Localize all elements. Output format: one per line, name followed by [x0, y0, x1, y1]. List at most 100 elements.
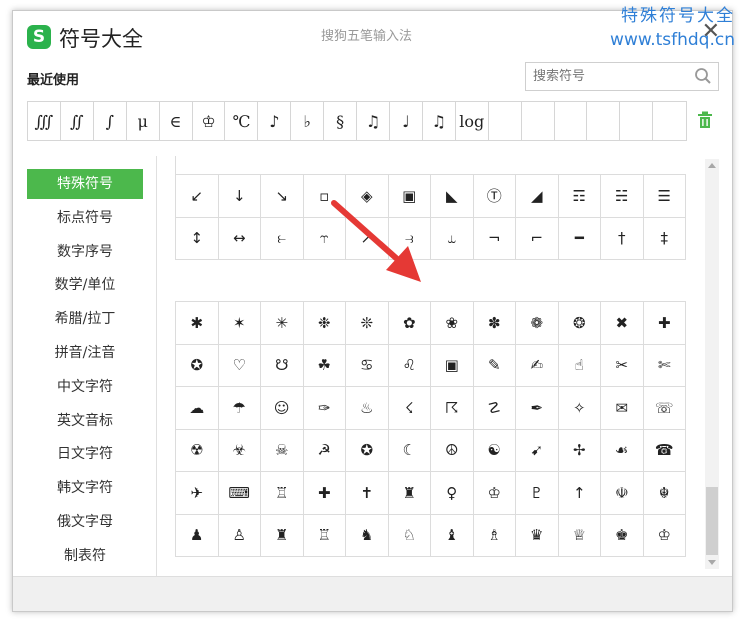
sidebar-category-item[interactable]: 拼音/注音: [27, 338, 143, 368]
symbol-cell[interactable]: ☁: [176, 387, 219, 430]
symbol-cell[interactable]: ✂: [601, 344, 644, 387]
scroll-down-icon[interactable]: [705, 555, 719, 569]
symbol-cell[interactable]: ☢: [176, 429, 219, 472]
symbol-cell[interactable]: ✪: [176, 344, 219, 387]
recent-symbol-cell[interactable]: ∈: [160, 102, 193, 140]
symbol-cell[interactable]: ✍: [516, 344, 559, 387]
recent-symbol-cell[interactable]: [587, 102, 621, 140]
symbol-cell[interactable]: ✧: [558, 387, 601, 430]
symbol-cell[interactable]: ☫: [601, 472, 644, 515]
sidebar-category-item[interactable]: 中文字符: [27, 372, 143, 402]
symbol-cell[interactable]: ↑: [558, 472, 601, 515]
symbol-cell[interactable]: ☇: [388, 387, 431, 430]
symbol-cell[interactable]: ♖: [303, 514, 346, 557]
sidebar-category-item[interactable]: 数学/单位: [27, 270, 143, 300]
symbol-cell[interactable]: ♞: [346, 514, 389, 557]
recent-symbol-cell[interactable]: ∬: [61, 102, 94, 140]
symbol-cell[interactable]: ♇: [516, 472, 559, 515]
symbol-cell[interactable]: ☯: [473, 429, 516, 472]
symbol-cell[interactable]: ✒: [516, 387, 559, 430]
recent-symbol-cell[interactable]: ♪: [258, 102, 292, 140]
symbol-cell[interactable]: ▫: [303, 175, 346, 218]
symbol-cell[interactable]: ⥾: [303, 217, 346, 260]
recent-symbol-cell[interactable]: [522, 102, 555, 140]
symbol-cell[interactable]: †: [601, 217, 644, 260]
symbol-cell[interactable]: ¬: [473, 217, 516, 260]
symbol-cell[interactable]: ☭: [303, 429, 346, 472]
symbol-cell[interactable]: ━: [558, 217, 601, 260]
symbol-cell[interactable]: ❉: [303, 302, 346, 345]
symbol-cell[interactable]: ↕: [176, 217, 219, 260]
symbol-cell[interactable]: ♡: [218, 344, 261, 387]
symbol-cell[interactable]: ◢: [516, 175, 559, 218]
symbol-cell[interactable]: ♜: [388, 472, 431, 515]
recent-symbol-cell[interactable]: ℃: [225, 102, 259, 140]
symbol-cell[interactable]: ◣: [431, 175, 474, 218]
symbol-cell[interactable]: ☋: [261, 344, 304, 387]
symbol-cell[interactable]: ✚: [643, 302, 686, 345]
symbol-cell[interactable]: ✎: [473, 344, 516, 387]
symbol-cell[interactable]: ☮: [431, 429, 474, 472]
symbol-cell[interactable]: ✪: [346, 429, 389, 472]
symbol-cell[interactable]: ☙: [601, 429, 644, 472]
symbol-cell[interactable]: ♔: [473, 472, 516, 515]
symbol-cell[interactable]: ⥼: [261, 217, 304, 260]
symbol-cell[interactable]: ♗: [473, 514, 516, 557]
symbol-cell[interactable]: ♨: [346, 387, 389, 430]
symbol-cell[interactable]: ♘: [388, 514, 431, 557]
symbol-cell[interactable]: ⌐: [516, 217, 559, 260]
symbol-cell[interactable]: ⥽: [388, 217, 431, 260]
symbol-cell[interactable]: ✶: [218, 302, 261, 345]
symbol-cell[interactable]: ❀: [431, 302, 474, 345]
symbol-cell[interactable]: ✝: [346, 472, 389, 515]
search-icon[interactable]: [694, 67, 712, 85]
recent-symbol-cell[interactable]: ♫: [357, 102, 390, 140]
scroll-thumb[interactable]: [706, 487, 718, 555]
recent-symbol-cell[interactable]: ♔: [193, 102, 226, 140]
symbol-cell[interactable]: ☺: [261, 387, 304, 430]
symbol-cell[interactable]: ✈: [176, 472, 219, 515]
recent-symbol-cell[interactable]: log: [456, 102, 489, 140]
symbol-cell[interactable]: ☵: [601, 175, 644, 218]
symbol-cell[interactable]: ◈: [346, 175, 389, 218]
symbol-cell[interactable]: ⥿: [431, 217, 474, 260]
symbol-cell[interactable]: ☂: [218, 387, 261, 430]
symbol-cell[interactable]: ♕: [558, 514, 601, 557]
symbol-cell[interactable]: ❂: [558, 302, 601, 345]
recent-symbol-cell[interactable]: ♫: [423, 102, 456, 140]
sidebar-category-item[interactable]: 俄文字母: [27, 507, 143, 537]
symbol-cell[interactable]: ☈: [431, 387, 474, 430]
symbol-cell[interactable]: ♀: [431, 472, 474, 515]
symbol-cell[interactable]: ✄: [643, 344, 686, 387]
symbol-cell[interactable]: ☏: [643, 387, 686, 430]
symbol-cell[interactable]: ☘: [303, 344, 346, 387]
symbol-cell[interactable]: ♛: [516, 514, 559, 557]
symbol-cell[interactable]: ↔: [218, 217, 261, 260]
recent-symbol-cell[interactable]: ∭: [28, 102, 61, 140]
recent-symbol-cell[interactable]: §: [324, 102, 358, 140]
sidebar-category-item[interactable]: 英文音标: [27, 406, 143, 436]
symbol-cell[interactable]: ➹: [516, 429, 559, 472]
symbol-cell[interactable]: ❊: [346, 302, 389, 345]
symbol-cell[interactable]: ▣: [431, 344, 474, 387]
symbol-cell[interactable]: ☾: [388, 429, 431, 472]
symbol-cell[interactable]: ☣: [218, 429, 261, 472]
symbol-cell[interactable]: ☬: [643, 472, 686, 515]
symbol-cell[interactable]: ‡: [643, 217, 686, 260]
symbol-cell[interactable]: ↘: [261, 175, 304, 218]
symbol-cell[interactable]: ♋: [346, 344, 389, 387]
symbol-cell[interactable]: ☠: [261, 429, 304, 472]
symbol-cell[interactable]: ♝: [431, 514, 474, 557]
recent-symbol-cell[interactable]: [555, 102, 588, 140]
symbol-cell[interactable]: ⌨: [218, 472, 261, 515]
search-box[interactable]: [525, 62, 719, 91]
sidebar-category-item[interactable]: 标点符号: [27, 203, 143, 233]
symbol-cell[interactable]: ♚: [601, 514, 644, 557]
symbol-cell[interactable]: ♟: [176, 514, 219, 557]
sidebar-category-item[interactable]: 日文字符: [27, 439, 143, 469]
sidebar-category-item[interactable]: 数字序号: [27, 237, 143, 267]
symbol-cell[interactable]: ✉: [601, 387, 644, 430]
symbol-cell[interactable]: ♔: [643, 514, 686, 557]
symbol-cell[interactable]: ☡: [473, 387, 516, 430]
symbol-cell[interactable]: ☎: [643, 429, 686, 472]
